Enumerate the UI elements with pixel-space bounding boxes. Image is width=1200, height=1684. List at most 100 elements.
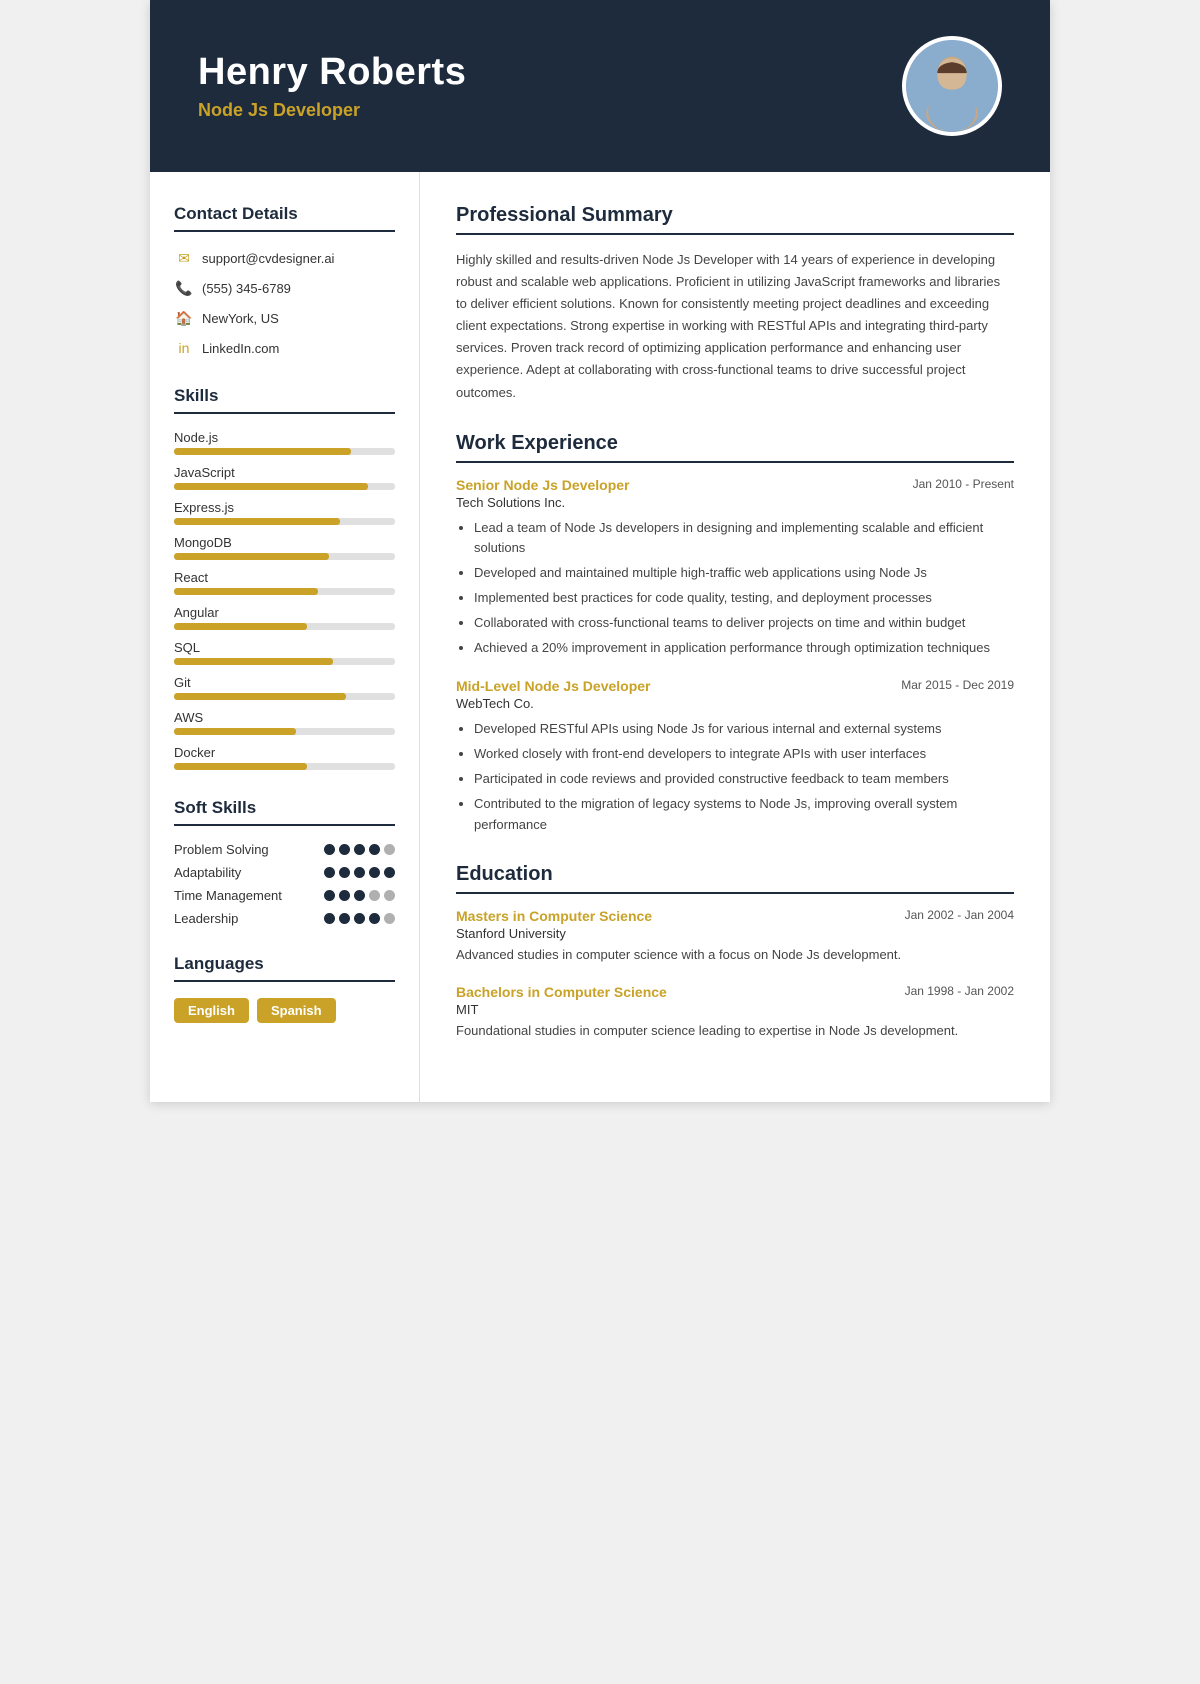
soft-skill-name: Problem Solving	[174, 842, 324, 857]
language-tag: English	[174, 998, 249, 1023]
contact-item: 🏠 NewYork, US	[174, 308, 395, 328]
skill-dot	[369, 844, 380, 855]
edu-degree: Masters in Computer Science	[456, 908, 652, 924]
job-title: Senior Node Js Developer	[456, 477, 630, 493]
edu-school: Stanford University	[456, 926, 1014, 941]
linkedin-icon: in	[174, 338, 194, 358]
skill-item: JavaScript	[174, 465, 395, 490]
edu-header: Bachelors in Computer Science Jan 1998 -…	[456, 984, 1014, 1000]
edu-desc: Advanced studies in computer science wit…	[456, 945, 1014, 966]
skill-item: React	[174, 570, 395, 595]
header-text: Henry Roberts Node Js Developer	[198, 51, 466, 121]
avatar	[902, 36, 1002, 136]
skill-bar-bg	[174, 553, 395, 560]
bullet-item: Collaborated with cross-functional teams…	[474, 613, 1014, 634]
skill-item: MongoDB	[174, 535, 395, 560]
resume-container: Henry Roberts Node Js Developer Contact …	[150, 0, 1050, 1102]
soft-skill-name: Adaptability	[174, 865, 324, 880]
soft-skill-name: Time Management	[174, 888, 324, 903]
skill-dot	[384, 844, 395, 855]
summary-section: Professional Summary Highly skilled and …	[456, 204, 1014, 404]
main-content: Professional Summary Highly skilled and …	[420, 172, 1050, 1102]
skill-name: JavaScript	[174, 465, 395, 480]
bullet-item: Contributed to the migration of legacy s…	[474, 794, 1014, 836]
language-tags: English Spanish	[174, 998, 395, 1023]
skills-section: Skills Node.js JavaScript Express.js Mon…	[174, 386, 395, 770]
edu-item: Masters in Computer Science Jan 2002 - J…	[456, 908, 1014, 966]
skill-dot	[369, 890, 380, 901]
skill-dot	[339, 890, 350, 901]
edu-header: Masters in Computer Science Jan 2002 - J…	[456, 908, 1014, 924]
job-dates: Mar 2015 - Dec 2019	[901, 678, 1014, 692]
contact-value: NewYork, US	[202, 311, 279, 326]
job-header: Senior Node Js Developer Jan 2010 - Pres…	[456, 477, 1014, 493]
skill-item: Node.js	[174, 430, 395, 455]
skill-bar-fill	[174, 623, 307, 630]
contact-item: in LinkedIn.com	[174, 338, 395, 358]
contact-title: Contact Details	[174, 204, 395, 224]
address-icon: 🏠	[174, 308, 194, 328]
contact-value: LinkedIn.com	[202, 341, 279, 356]
edu-dates: Jan 1998 - Jan 2002	[905, 984, 1014, 998]
skill-name: Express.js	[174, 500, 395, 515]
contact-value: support@cvdesigner.ai	[202, 251, 334, 266]
skill-item: Angular	[174, 605, 395, 630]
skill-item: AWS	[174, 710, 395, 735]
skill-bar-bg	[174, 483, 395, 490]
skill-name: Node.js	[174, 430, 395, 445]
skill-dot	[384, 867, 395, 878]
skill-bar-fill	[174, 763, 307, 770]
phone-icon: 📞	[174, 278, 194, 298]
skill-dot	[324, 867, 335, 878]
dots	[324, 844, 395, 855]
skill-dot	[324, 844, 335, 855]
skill-dot	[354, 867, 365, 878]
contact-item: ✉support@cvdesigner.ai	[174, 248, 395, 268]
bullet-item: Developed and maintained multiple high-t…	[474, 563, 1014, 584]
skill-name: Docker	[174, 745, 395, 760]
job-company: WebTech Co.	[456, 696, 1014, 711]
job-company: Tech Solutions Inc.	[456, 495, 1014, 510]
skill-dot	[354, 913, 365, 924]
skill-bar-bg	[174, 763, 395, 770]
skill-item: SQL	[174, 640, 395, 665]
soft-skill-item: Leadership	[174, 911, 395, 926]
bullet-item: Participated in code reviews and provide…	[474, 769, 1014, 790]
candidate-title: Node Js Developer	[198, 100, 466, 121]
skill-bar-fill	[174, 658, 333, 665]
skill-name: AWS	[174, 710, 395, 725]
bullet-item: Implemented best practices for code qual…	[474, 588, 1014, 609]
soft-skill-item: Time Management	[174, 888, 395, 903]
skill-dot	[339, 844, 350, 855]
job-bullets: Lead a team of Node Js developers in des…	[456, 518, 1014, 659]
language-tag: Spanish	[257, 998, 336, 1023]
edu-desc: Foundational studies in computer science…	[456, 1021, 1014, 1042]
skill-item: Express.js	[174, 500, 395, 525]
edu-items: Masters in Computer Science Jan 2002 - J…	[456, 908, 1014, 1042]
skill-bar-fill	[174, 483, 368, 490]
languages-title: Languages	[174, 954, 395, 974]
skill-name: Angular	[174, 605, 395, 620]
soft-skills-divider	[174, 824, 395, 826]
candidate-name: Henry Roberts	[198, 51, 466, 94]
skill-name: Git	[174, 675, 395, 690]
skill-dot	[354, 844, 365, 855]
skill-bar-fill	[174, 728, 296, 735]
skill-name: SQL	[174, 640, 395, 655]
skill-dot	[369, 913, 380, 924]
skill-bar-bg	[174, 448, 395, 455]
skill-dot	[384, 913, 395, 924]
skills-title: Skills	[174, 386, 395, 406]
skill-item: Git	[174, 675, 395, 700]
skill-name: React	[174, 570, 395, 585]
job-header: Mid-Level Node Js Developer Mar 2015 - D…	[456, 678, 1014, 694]
education-section: Education Masters in Computer Science Ja…	[456, 863, 1014, 1042]
bullet-item: Achieved a 20% improvement in applicatio…	[474, 638, 1014, 659]
soft-skill-item: Problem Solving	[174, 842, 395, 857]
skill-item: Docker	[174, 745, 395, 770]
bullet-item: Lead a team of Node Js developers in des…	[474, 518, 1014, 560]
skill-bar-fill	[174, 588, 318, 595]
job-bullets: Developed RESTful APIs using Node Js for…	[456, 719, 1014, 835]
dots	[324, 867, 395, 878]
summary-divider	[456, 233, 1014, 235]
